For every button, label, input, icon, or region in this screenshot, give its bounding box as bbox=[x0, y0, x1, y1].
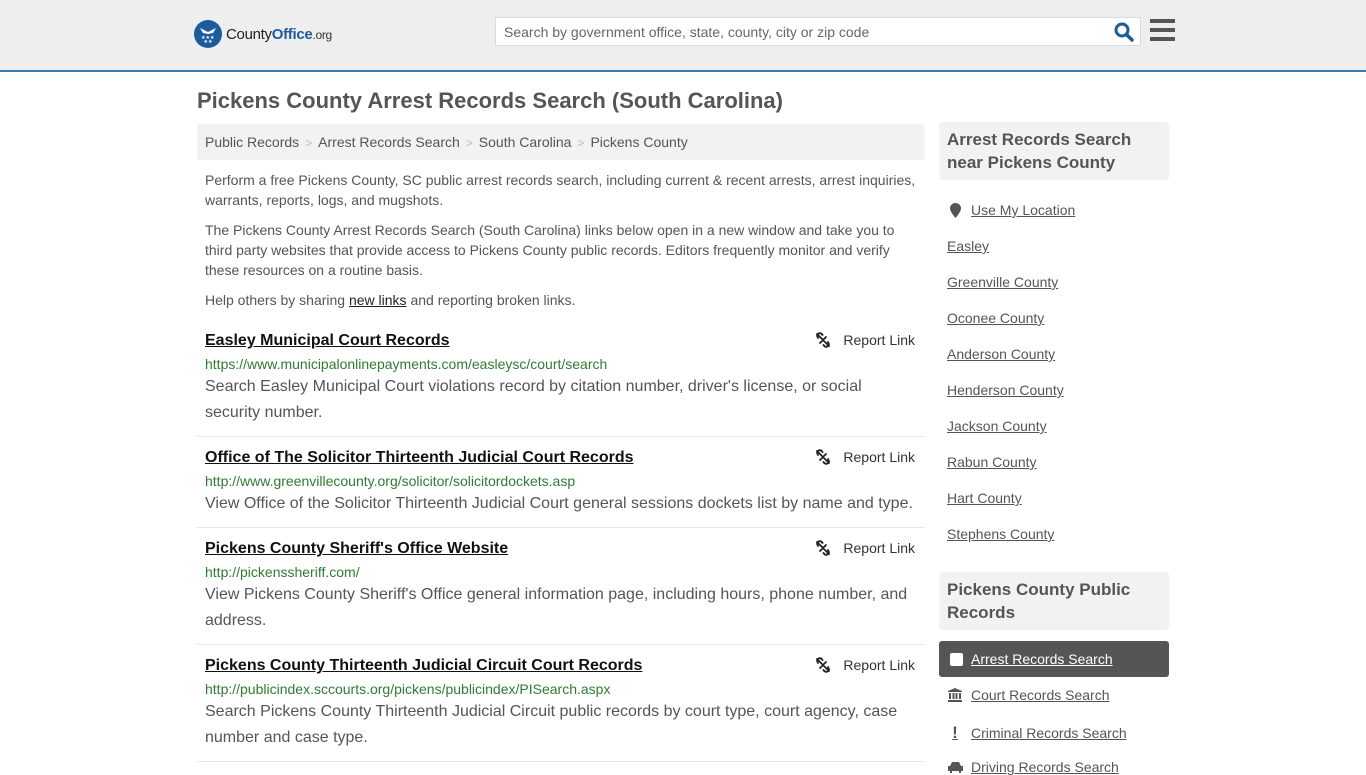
result-item: Easley Municipal Court Records https://w… bbox=[197, 326, 925, 437]
result-description: Search Easley Municipal Court violations… bbox=[205, 378, 862, 421]
nearby-link[interactable]: Greenville County bbox=[947, 274, 1058, 290]
site-header: ★★★ ★★ CountyOffice.org bbox=[0, 0, 1366, 72]
hamburger-menu-icon[interactable] bbox=[1150, 19, 1175, 42]
intro-paragraph: Perform a free Pickens County, SC public… bbox=[205, 172, 916, 208]
search-input[interactable] bbox=[496, 18, 1096, 45]
nearby-link[interactable]: Hart County bbox=[947, 490, 1022, 506]
result-item: Pickens County Sheriff's Office Website … bbox=[197, 534, 925, 645]
public-records-panel: Pickens County Public Records bbox=[939, 572, 1169, 630]
nearby-link[interactable]: Oconee County bbox=[947, 310, 1044, 326]
breadcrumb-separator: > bbox=[577, 136, 585, 150]
result-url-link[interactable]: https://www.municipalonlinepayments.com/… bbox=[205, 354, 917, 374]
sidebar-item-arrest-records-search[interactable]: Arrest Records Search bbox=[939, 641, 1169, 677]
car-icon bbox=[947, 761, 963, 774]
result-title-link[interactable]: Easley Municipal Court Records bbox=[205, 330, 917, 352]
broken-link-icon bbox=[816, 540, 831, 556]
nearby-link[interactable]: Stephens County bbox=[947, 526, 1054, 542]
report-link-button[interactable]: Report Link bbox=[815, 332, 915, 348]
sidebar-item-driving-records-search[interactable]: Driving Records Search bbox=[947, 759, 1119, 775]
result-item: Office of The Solicitor Thirteenth Judic… bbox=[197, 443, 925, 528]
report-link-button[interactable]: Report Link bbox=[815, 540, 915, 556]
result-description: View Office of the Solicitor Thirteenth … bbox=[205, 495, 913, 512]
square-icon bbox=[950, 652, 963, 666]
nearby-link[interactable]: Jackson County bbox=[947, 418, 1047, 434]
share-paragraph: Help others by sharing new links and rep… bbox=[205, 292, 576, 308]
map-pin-icon bbox=[947, 202, 963, 218]
broken-link-icon bbox=[816, 657, 831, 673]
new-links-link[interactable]: new links bbox=[349, 292, 407, 308]
use-my-location-link[interactable]: Use My Location bbox=[947, 202, 1075, 218]
breadcrumb-separator: > bbox=[305, 136, 313, 150]
page-title: Pickens County Arrest Records Search (So… bbox=[197, 88, 783, 113]
result-url-link[interactable]: http://www.greenvillecounty.org/solicito… bbox=[205, 471, 917, 491]
exclamation-icon: ! bbox=[952, 723, 958, 742]
result-title-link[interactable]: Pickens County Thirteenth Judicial Circu… bbox=[205, 655, 917, 677]
nearby-link[interactable]: Henderson County bbox=[947, 382, 1064, 398]
disclaimer-paragraph: The Pickens County Arrest Records Search… bbox=[205, 222, 895, 278]
sidebar-item-criminal-records-search[interactable]: ! Criminal Records Search bbox=[947, 723, 1126, 743]
search-icon[interactable] bbox=[1114, 22, 1134, 42]
report-link-button[interactable]: Report Link bbox=[815, 449, 915, 465]
search-box bbox=[495, 17, 1141, 46]
breadcrumb-arrest-records-search[interactable]: Arrest Records Search bbox=[318, 134, 460, 150]
nearby-link[interactable]: Anderson County bbox=[947, 346, 1055, 362]
result-title-link[interactable]: Pickens County Sheriff's Office Website bbox=[205, 538, 917, 560]
nearby-link[interactable]: Easley bbox=[947, 238, 989, 254]
breadcrumb-south-carolina[interactable]: South Carolina bbox=[479, 134, 572, 150]
svg-text:★★: ★★ bbox=[204, 39, 213, 43]
result-url-link[interactable]: http://pickenssheriff.com/ bbox=[205, 562, 917, 582]
sidebar-item-court-records-search[interactable]: Court Records Search bbox=[947, 687, 1110, 703]
result-url-link[interactable]: http://publicindex.sccourts.org/pickens/… bbox=[205, 679, 917, 699]
breadcrumb: Public Records > Arrest Records Search > Sou… bbox=[197, 124, 925, 160]
breadcrumb-separator: > bbox=[465, 136, 473, 150]
result-description: View Pickens County Sheriff's Office gen… bbox=[205, 586, 908, 629]
public-records-heading: Pickens County Public Records bbox=[939, 572, 1169, 630]
nearby-link[interactable]: Rabun County bbox=[947, 454, 1037, 470]
logo-text: CountyOffice.org bbox=[226, 25, 332, 43]
courthouse-icon bbox=[947, 688, 963, 702]
broken-link-icon bbox=[816, 332, 831, 348]
breadcrumb-public-records[interactable]: Public Records bbox=[205, 134, 299, 150]
broken-link-icon bbox=[816, 449, 831, 465]
nearby-heading: Arrest Records Search near Pickens Count… bbox=[939, 122, 1169, 180]
result-description: Search Pickens County Thirteenth Judicia… bbox=[205, 703, 898, 746]
site-logo[interactable]: ★★★ ★★ CountyOffice.org bbox=[194, 20, 332, 48]
nearby-panel: Arrest Records Search near Pickens Count… bbox=[939, 122, 1169, 180]
eagle-logo-icon: ★★★ ★★ bbox=[194, 20, 222, 48]
breadcrumb-pickens-county[interactable]: Pickens County bbox=[590, 134, 687, 150]
result-title-link[interactable]: Office of The Solicitor Thirteenth Judic… bbox=[205, 447, 917, 469]
result-item: Pickens County Thirteenth Judicial Circu… bbox=[197, 651, 925, 762]
report-link-button[interactable]: Report Link bbox=[815, 657, 915, 673]
